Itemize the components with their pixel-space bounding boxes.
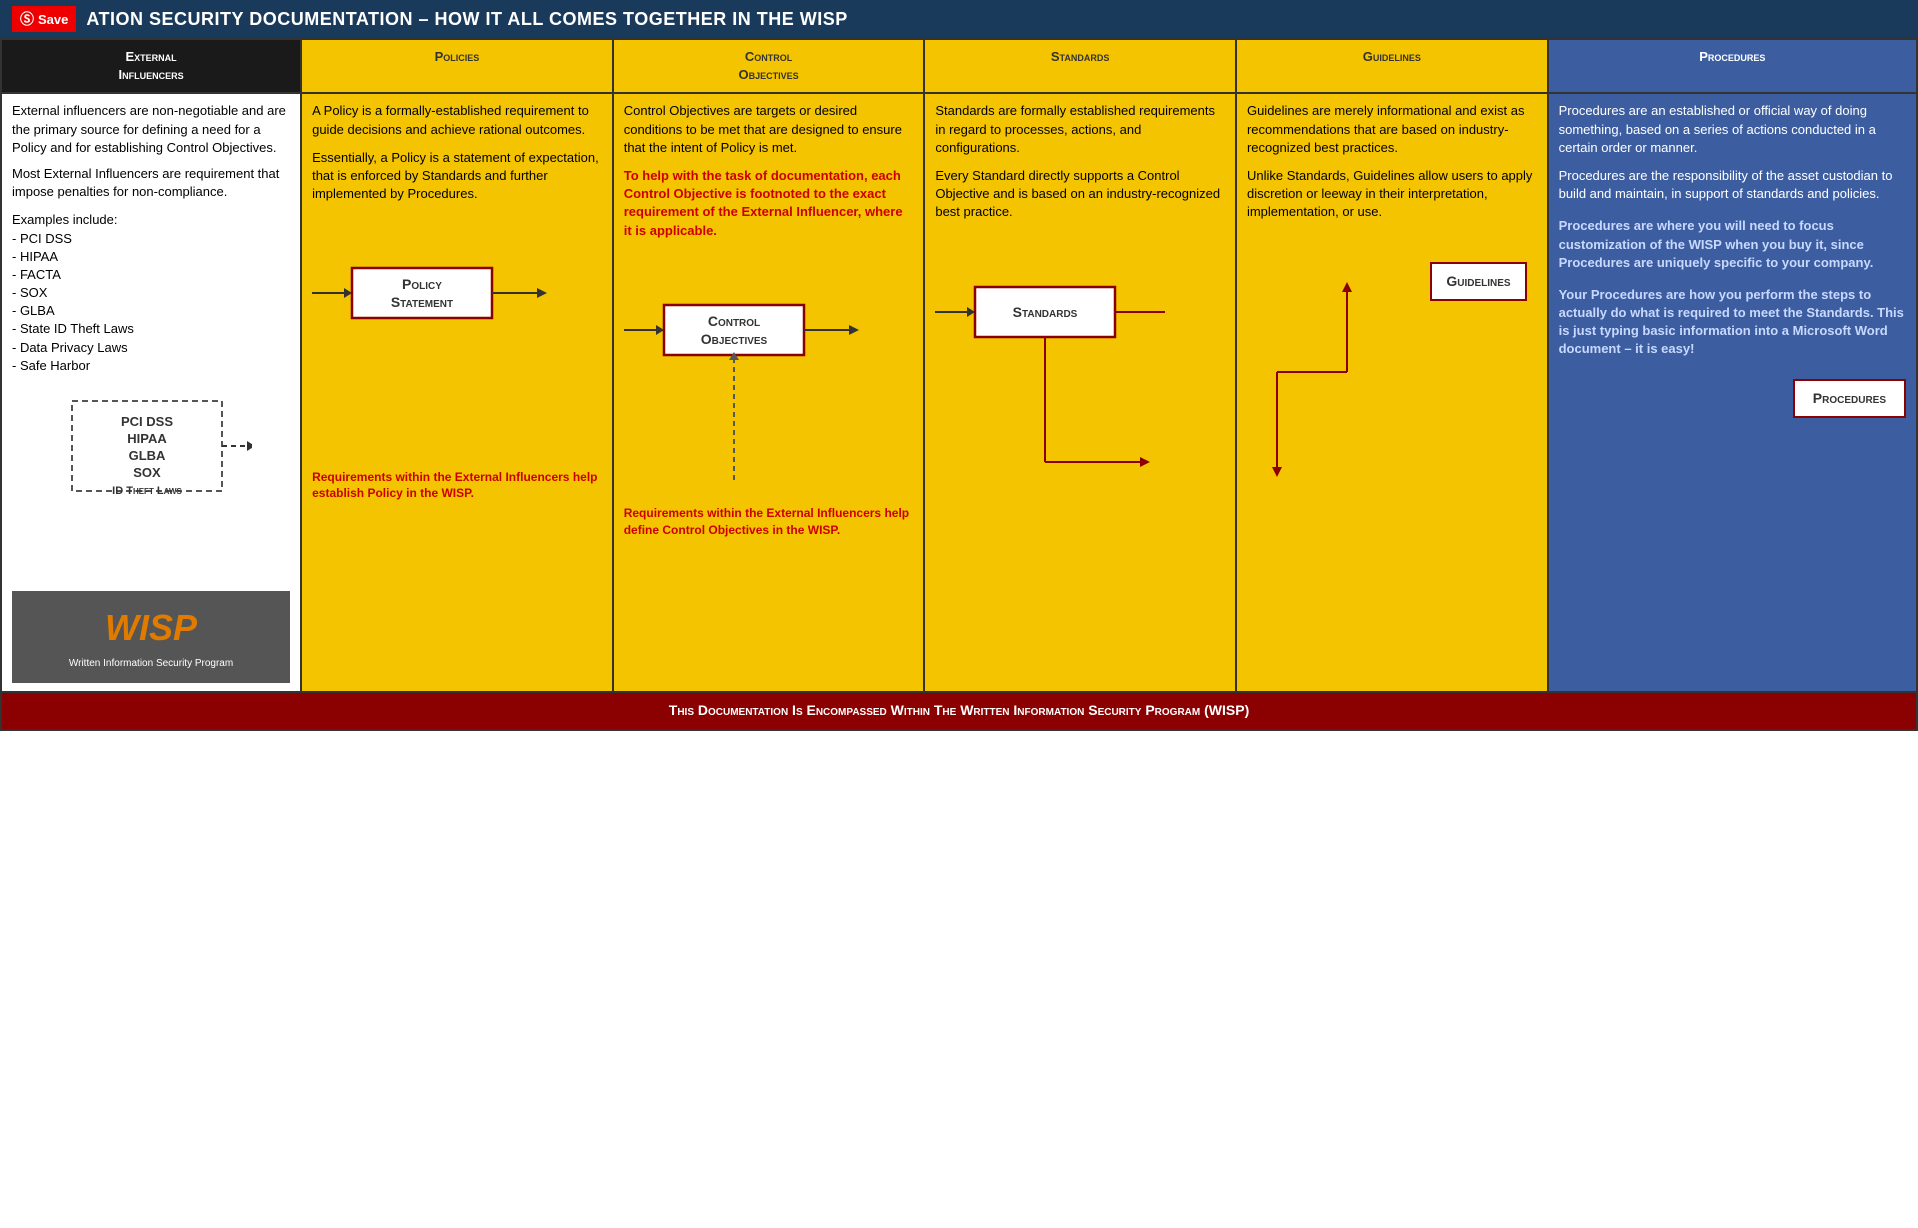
standards-desc1: Standards are formally established requi… [935, 102, 1225, 157]
external-facta: - FACTA [12, 266, 290, 284]
cell-control: Control Objectives are targets or desire… [613, 93, 925, 692]
svg-text:PCI DSS: PCI DSS [121, 414, 173, 429]
external-examples-label: Examples include: [12, 211, 290, 229]
external-sox: - SOX [12, 284, 290, 302]
svg-text:SOX: SOX [133, 465, 161, 480]
external-stateid: - State ID Theft Laws [12, 320, 290, 338]
guidelines-desc2: Unlike Standards, Guidelines allow users… [1247, 167, 1537, 222]
control-desc1: Control Objectives are targets or desire… [624, 102, 914, 157]
wisp-logo-subtitle: Written Information Security Program [24, 657, 278, 671]
procedures-desc2: Procedures are the responsibility of the… [1559, 167, 1906, 203]
svg-text:ID Theft Laws: ID Theft Laws [112, 485, 182, 497]
guidelines-desc1: Guidelines are merely informational and … [1247, 102, 1537, 157]
cell-procedures: Procedures are an established or officia… [1548, 93, 1917, 692]
header-guidelines: Guidelines [1236, 39, 1548, 93]
policies-diagram-svg: Policy Statement [312, 223, 552, 443]
guidelines-diagram: Guidelines [1247, 242, 1537, 502]
standards-diagram-svg: Standards [935, 242, 1175, 502]
svg-text:GLBA: GLBA [129, 448, 166, 463]
svg-text:Statement: Statement [391, 294, 453, 310]
main-table: ExternalInfluencers Policies ControlObje… [0, 38, 1918, 731]
external-desc1: External influencers are non-negotiable … [12, 102, 290, 157]
page-title: ATION SECURITY DOCUMENTATION – HOW IT AL… [86, 9, 847, 30]
policies-desc1: A Policy is a formally-established requi… [312, 102, 602, 138]
external-hipaa: - HIPAA [12, 248, 290, 266]
policies-desc2: Essentially, a Policy is a statement of … [312, 149, 602, 204]
footer-row: This Documentation Is Encompassed Within… [1, 692, 1917, 730]
top-bar: Ⓢ Save ATION SECURITY DOCUMENTATION – HO… [0, 0, 1918, 38]
footer-bar: This Documentation Is Encompassed Within… [2, 693, 1916, 729]
control-desc2-red: To help with the task of documentation, … [624, 167, 914, 240]
external-diagram-svg: PCI DSS HIPAA GLBA SOX ID Theft Laws [12, 391, 252, 571]
standards-desc2: Every Standard directly supports a Contr… [935, 167, 1225, 222]
header-policies: Policies [301, 39, 613, 93]
wisp-logo-text: WISP [24, 603, 278, 653]
external-safeharbor: - Safe Harbor [12, 357, 290, 375]
control-diagram: Control Objectives Requirements within t… [624, 260, 914, 539]
header-control: ControlObjectives [613, 39, 925, 93]
procedures-box-container: Procedures [1559, 379, 1906, 419]
control-diagram-svg: Control Objectives [624, 260, 864, 480]
external-glba: - GLBA [12, 302, 290, 320]
svg-text:Control: Control [708, 313, 760, 329]
policies-diagram: Policy Statement Requirements within the… [312, 223, 602, 502]
header-external: ExternalInfluencers [1, 39, 301, 93]
cell-standards: Standards are formally established requi… [924, 93, 1236, 692]
svg-text:Objectives: Objectives [700, 331, 767, 347]
svg-text:HIPAA: HIPAA [127, 431, 167, 446]
header-procedures: Procedures [1548, 39, 1917, 93]
footer-text: This Documentation Is Encompassed Within… [669, 702, 1249, 718]
external-pci: - PCI DSS [12, 230, 290, 248]
cell-external: External influencers are non-negotiable … [1, 93, 301, 692]
guidelines-diagram-svg [1247, 242, 1487, 502]
procedures-desc1: Procedures are an established or officia… [1559, 102, 1906, 157]
external-desc2: Most External Influencers are requiremen… [12, 165, 290, 201]
procedures-highlight2: Your Procedures are how you perform the … [1559, 286, 1906, 359]
header-standards: Standards [924, 39, 1236, 93]
svg-text:Standards: Standards [1013, 304, 1078, 320]
procedures-flow-box: Procedures [1793, 379, 1906, 419]
save-button[interactable]: Ⓢ Save [12, 6, 76, 32]
control-note: Requirements within the External Influen… [624, 505, 914, 539]
procedures-highlight1: Procedures are where you will need to fo… [1559, 217, 1906, 272]
cell-guidelines: Guidelines are merely informational and … [1236, 93, 1548, 692]
pinterest-icon: Ⓢ [20, 9, 34, 29]
wisp-logo: WISP Written Information Security Progra… [12, 591, 290, 683]
external-dataprivacy: - Data Privacy Laws [12, 339, 290, 357]
standards-diagram: Standards [935, 242, 1225, 507]
svg-text:Policy: Policy [402, 276, 442, 292]
cell-policies: A Policy is a formally-established requi… [301, 93, 613, 692]
policies-note: Requirements within the External Influen… [312, 469, 602, 503]
